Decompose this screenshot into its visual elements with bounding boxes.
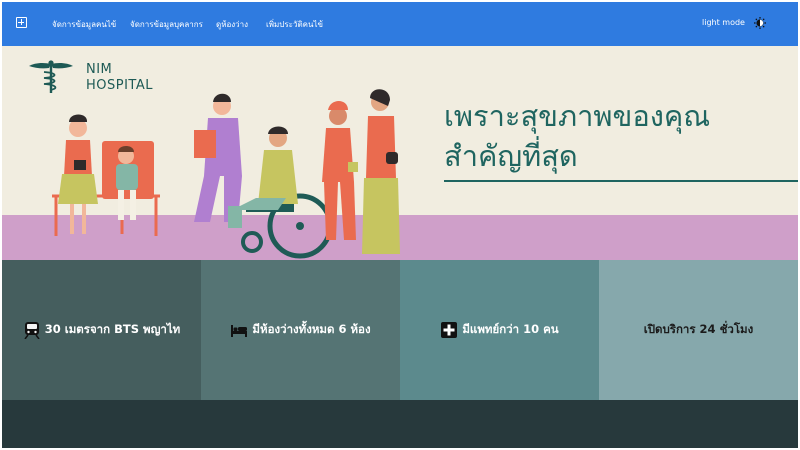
plus-square-icon[interactable] [16, 17, 27, 28]
feature-card-hours[interactable]: เปิดบริการ 24 ชั่วโมง [599, 260, 798, 400]
top-navbar: จัดการข้อมูลคนไข้ จัดการข้อมูลบุคลากร ดู… [2, 2, 798, 46]
feature-bts-text: 30 เมตรจาก BTS พญาไท [44, 322, 181, 336]
nav-link-add-patient-history[interactable]: เพิ่มประวัติคนไข้ [266, 18, 323, 31]
nav-link-vacant-rooms[interactable]: ดูห้องว่าง [216, 18, 248, 31]
hero-illustration [52, 89, 400, 259]
theme-toggle-icon[interactable] [754, 17, 766, 29]
nav-link-staff-data[interactable]: จัดการข้อมูลบุคลากร [130, 18, 203, 31]
page-footer [2, 400, 798, 448]
logo-text-name: NIM [86, 62, 113, 77]
headline-underline [444, 180, 798, 182]
page: จัดการข้อมูลคนไข้ จัดการข้อมูลบุคลากร ดู… [2, 2, 798, 448]
hero-headline-line1: เพราะสุขภาพของคุณ [444, 99, 711, 133]
theme-mode-label[interactable]: light mode [702, 18, 745, 27]
bed-icon [231, 325, 248, 337]
hero-headline-line2: สำคัญที่สุด [444, 139, 578, 173]
nav-link-patient-data[interactable]: จัดการข้อมูลคนไข้ [52, 18, 116, 31]
feature-hours-text: เปิดบริการ 24 ชั่วโมง [643, 322, 754, 336]
feature-doctors-text: มีแพทย์กว่า 10 คน [462, 322, 559, 336]
feature-rooms-text: มีห้องว่างทั้งหมด 6 ห้อง [252, 322, 371, 336]
feature-card-rooms[interactable]: มีห้องว่างทั้งหมด 6 ห้อง [201, 260, 400, 400]
hero-banner: NIM HOSPITAL เพราะสุขภาพของคุณ สำคัญที่ส… [2, 46, 798, 260]
feature-card-bts[interactable]: 30 เมตรจาก BTS พญาไท [2, 260, 201, 400]
train-icon [24, 322, 40, 339]
medical-cross-icon [441, 322, 458, 338]
feature-strip: 30 เมตรจาก BTS พญาไท มีห้องว่างทั้งหมด 6… [2, 260, 798, 400]
feature-card-doctors[interactable]: มีแพทย์กว่า 10 คน [400, 260, 599, 400]
hero-headline: เพราะสุขภาพของคุณ สำคัญที่สุด [444, 96, 798, 176]
